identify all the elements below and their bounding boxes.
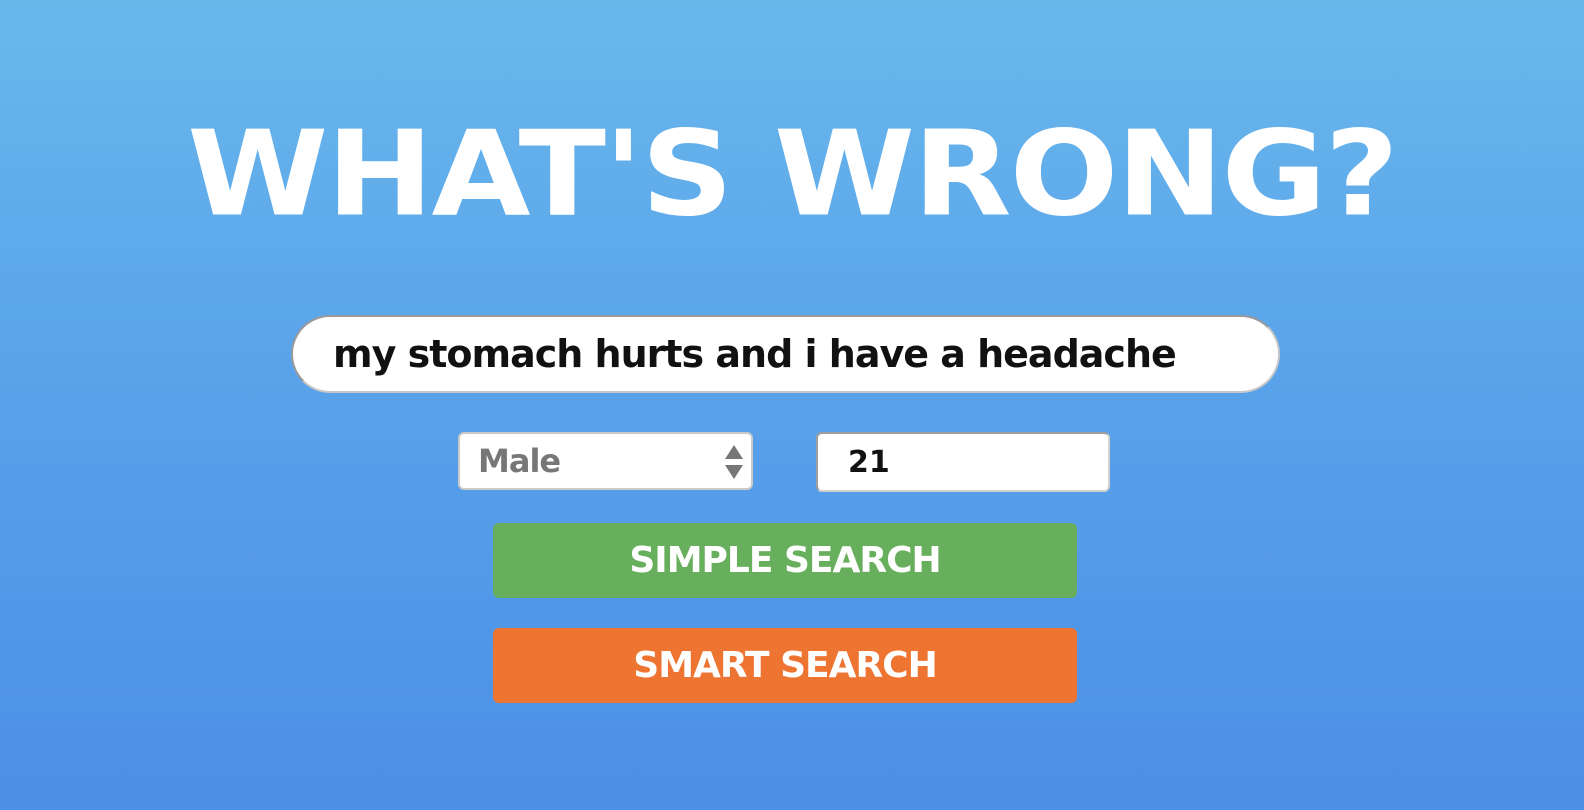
age-field[interactable] [816,432,1110,492]
smart-search-button[interactable]: SMART SEARCH [493,628,1077,703]
down-arrow-icon [725,465,743,479]
age-input[interactable] [848,442,1088,482]
sex-select[interactable]: Male [458,432,753,490]
up-down-stepper-icon[interactable] [723,442,745,482]
simple-search-button[interactable]: SIMPLE SEARCH [493,523,1077,598]
up-arrow-icon [725,445,743,459]
symptom-search-field[interactable] [291,315,1280,393]
sex-select-value: Male [478,442,561,480]
symptom-search-input[interactable] [333,325,1233,383]
page-title: WHAT'S WRONG? [187,106,1399,244]
